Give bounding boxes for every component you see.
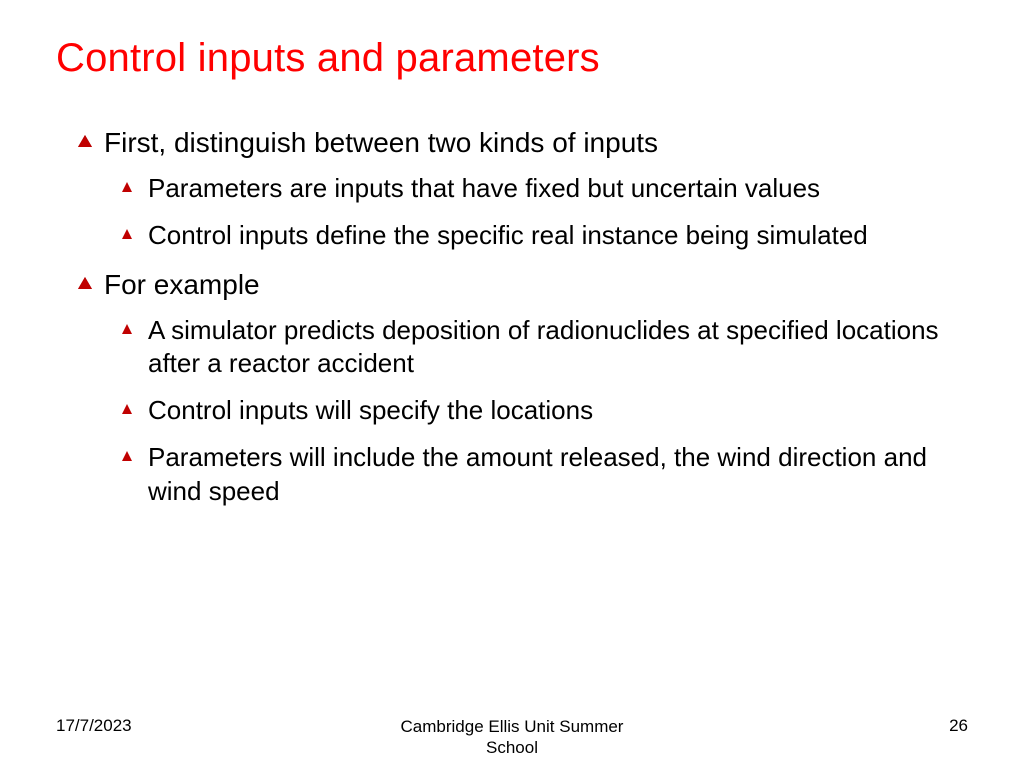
sub-list: Parameters are inputs that have fixed bu… [104,172,968,253]
sub-list: A simulator predicts deposition of radio… [104,314,968,508]
footer-venue: Cambridge Ellis Unit SummerSchool [0,716,1024,759]
list-item-text: Control inputs define the specific real … [148,220,868,250]
list-item: A simulator predicts deposition of radio… [104,314,968,381]
list-item-text: Parameters are inputs that have fixed bu… [148,173,820,203]
list-item: Control inputs will specify the location… [104,394,968,427]
list-item: Parameters are inputs that have fixed bu… [104,172,968,205]
footer-page: 26 [949,716,968,736]
list-item: For example A simulator predicts deposit… [56,267,968,508]
list-item-text: A simulator predicts deposition of radio… [148,315,939,378]
list-item: Control inputs define the specific real … [104,219,968,252]
slide-title: Control inputs and parameters [56,36,968,81]
footer-venue-text: Cambridge Ellis Unit SummerSchool [401,717,624,757]
slide-footer: 17/7/2023 Cambridge Ellis Unit SummerSch… [0,710,1024,758]
list-item-text: Parameters will include the amount relea… [148,442,927,505]
list-item-text: For example [104,269,260,300]
slide: Control inputs and parameters First, dis… [0,0,1024,768]
list-item-text: Control inputs will specify the location… [148,395,593,425]
bullet-list: First, distinguish between two kinds of … [56,125,968,508]
list-item: First, distinguish between two kinds of … [56,125,968,253]
list-item-text: First, distinguish between two kinds of … [104,127,658,158]
list-item: Parameters will include the amount relea… [104,441,968,508]
